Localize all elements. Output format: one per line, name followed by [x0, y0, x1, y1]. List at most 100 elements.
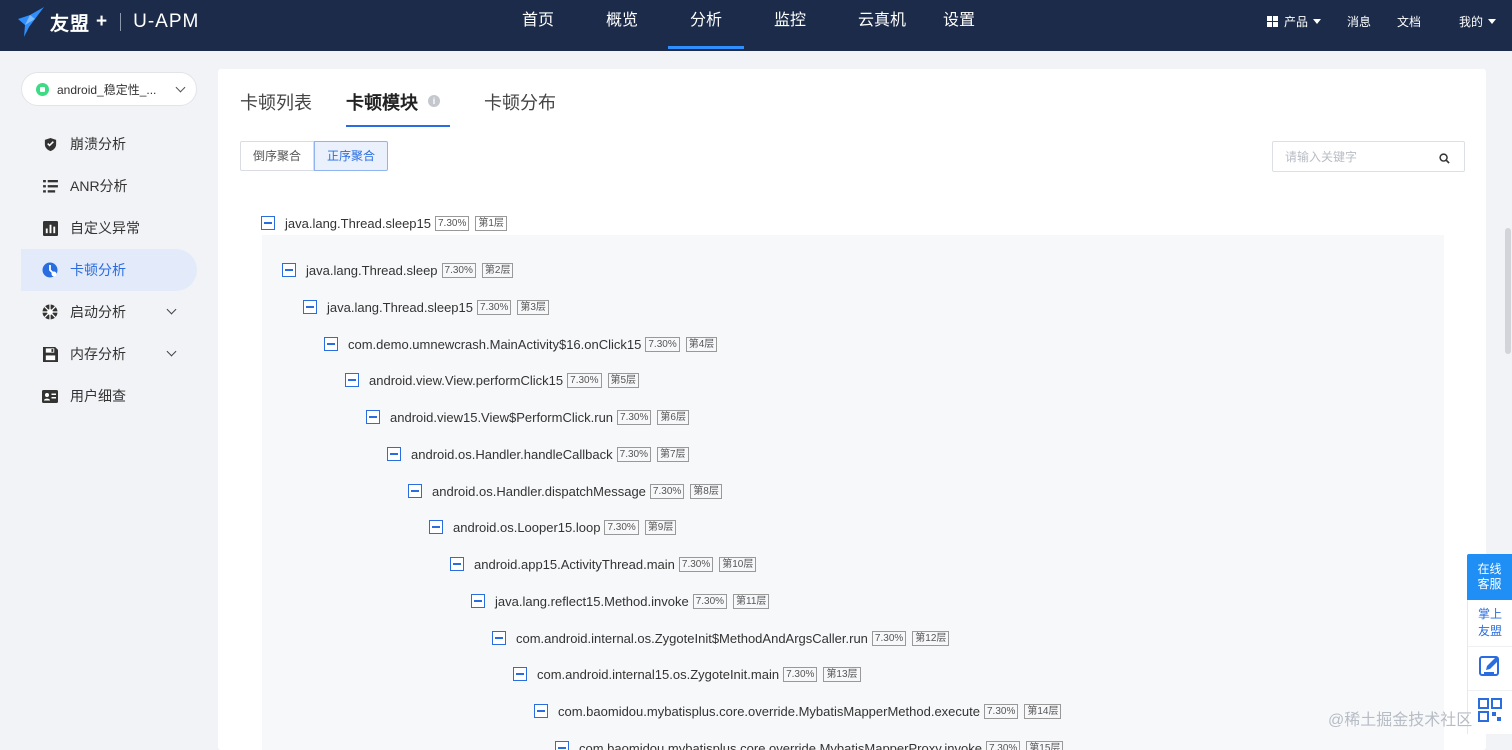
online-service-button[interactable]: 在线 客服 — [1467, 554, 1512, 600]
collapse-toggle-icon[interactable] — [555, 741, 569, 750]
watermark: @稀土掘金技术社区 — [1328, 712, 1473, 729]
collapse-toggle-icon[interactable] — [261, 216, 275, 230]
caret-down-icon — [1488, 18, 1496, 24]
nav-overview[interactable]: 概览 — [576, 0, 668, 51]
sidebar-item-user-detail[interactable]: 用户细查 — [21, 375, 197, 417]
collapse-toggle-icon[interactable] — [324, 337, 338, 351]
id-card-icon — [41, 387, 59, 405]
percentage-badge: 7.30% — [441, 262, 476, 278]
collapse-toggle-icon[interactable] — [450, 557, 464, 571]
tab-lag-list[interactable]: 卡顿列表 — [240, 89, 312, 127]
mine-menu[interactable]: 我的 — [1459, 13, 1496, 30]
tree-node-label[interactable]: android.os.Handler.handleCallback — [411, 447, 613, 462]
tab-lag-distribution[interactable]: 卡顿分布 — [484, 89, 556, 127]
sidebar-item-startup[interactable]: 启动分析 — [21, 291, 197, 333]
collapse-toggle-icon[interactable] — [471, 594, 485, 608]
call-stack-tree: java.lang.Thread.sleep15 7.30% 第1层 java.lan… — [240, 187, 1444, 750]
percentage-badge: 7.30% — [604, 519, 639, 535]
tree-node: android.os.Handler.dispatchMessage 7.30% 第… — [408, 481, 722, 501]
collapse-toggle-icon[interactable] — [303, 300, 317, 314]
percentage-badge: 7.30% — [616, 446, 651, 462]
search-icon[interactable] — [1439, 151, 1450, 164]
nav-home[interactable]: 首页 — [500, 0, 576, 51]
grid-icon — [1266, 15, 1278, 27]
app-selector[interactable]: android_稳定性_... — [21, 72, 197, 106]
level-badge: 第12层 — [912, 630, 950, 646]
tree-node: android.view.View.performClick15 7.30% 第5层 — [345, 370, 640, 390]
brand-name: 友盟 — [50, 13, 91, 35]
sidebar-item-lag[interactable]: 卡顿分析 — [21, 249, 197, 291]
info-icon[interactable]: i — [428, 95, 440, 107]
collapse-toggle-icon[interactable] — [345, 373, 359, 387]
messages-link[interactable]: 消息 — [1347, 13, 1371, 30]
sidebar-item-anr[interactable]: ANR分析 — [21, 165, 197, 207]
percentage-badge: 7.30% — [985, 740, 1021, 750]
percentage-badge: 7.30% — [692, 593, 728, 609]
reverse-aggregation-button[interactable]: 倒序聚合 — [240, 141, 315, 171]
brand-plus: + — [96, 11, 109, 32]
feedback-button[interactable] — [1467, 646, 1512, 690]
sidebar-menu: 崩溃分析 ANR分析 自定义异常 卡顿分析 启动分析 内存分析 用户细查 — [21, 123, 197, 417]
nav-cloud-device[interactable]: 云真机 — [836, 0, 928, 51]
sidebar-item-crash[interactable]: 崩溃分析 — [21, 123, 197, 165]
tree-node: com.android.internal.os.ZygoteInit$Metho… — [492, 628, 950, 648]
shield-icon — [41, 135, 59, 153]
tree-node: android.view15.View$PerformClick.run 7.30… — [366, 407, 689, 427]
list-icon — [41, 177, 59, 195]
tree-node: java.lang.Thread.sleep15 7.30% 第3层 — [303, 297, 549, 317]
tree-node-label[interactable]: com.demo.umnewcrash.MainActivity$16.onCl… — [348, 337, 641, 352]
collapse-toggle-icon[interactable] — [513, 667, 527, 681]
tree-node-label[interactable]: android.os.Handler.dispatchMessage — [432, 484, 646, 499]
chevron-down-icon — [175, 82, 186, 93]
tree-node: java.lang.Thread.sleep 7.30% 第2层 — [282, 260, 514, 280]
tree-node-label[interactable]: java.lang.Thread.sleep — [306, 263, 438, 278]
sidebar-item-memory[interactable]: 内存分析 — [21, 333, 197, 375]
main-panel: 卡顿列表 卡顿模块 i 卡顿分布 倒序聚合 正序聚合 java.lang.Thr… — [218, 69, 1486, 750]
tree-node-label[interactable]: android.view.View.performClick15 — [369, 373, 563, 388]
docs-link[interactable]: 文档 — [1397, 13, 1421, 30]
tree-node-label[interactable]: android.os.Looper15.loop — [453, 520, 600, 535]
tree-node-label[interactable]: android.view15.View$PerformClick.run — [390, 410, 613, 425]
collapse-toggle-icon[interactable] — [408, 484, 422, 498]
tab-lag-module[interactable]: 卡顿模块 i — [346, 89, 450, 127]
tree-node-label[interactable]: com.android.internal.os.ZygoteInit$Metho… — [516, 631, 868, 646]
collapse-toggle-icon[interactable] — [492, 631, 506, 645]
tree-node-label[interactable]: java.lang.Thread.sleep15 — [285, 216, 431, 231]
forward-aggregation-button[interactable]: 正序聚合 — [314, 141, 389, 171]
android-icon — [36, 82, 49, 96]
tree-node-label[interactable]: java.lang.reflect15.Method.invoke — [495, 594, 689, 609]
tree-node-label[interactable]: com.android.internal15.os.ZygoteInit.mai… — [537, 667, 779, 682]
chevron-down-icon — [166, 304, 177, 315]
tree-node: java.lang.reflect15.Method.invoke 7.30% 第1… — [471, 591, 770, 611]
tree-node-label[interactable]: com.baomidou.mybatisplus.core.override.M… — [558, 704, 980, 719]
qrcode-button[interactable] — [1467, 690, 1512, 734]
percentage-badge: 7.30% — [645, 336, 680, 352]
logo[interactable]: 友盟 + U-APM — [16, 4, 199, 40]
tree-node: android.os.Handler.handleCallback 7.30% 第7… — [387, 444, 689, 464]
level-badge: 第6层 — [657, 409, 689, 425]
sidebar-item-custom-exception[interactable]: 自定义异常 — [21, 207, 197, 249]
level-badge: 第13层 — [823, 666, 861, 682]
tree-node-label[interactable]: java.lang.Thread.sleep15 — [327, 300, 473, 315]
collapse-toggle-icon[interactable] — [387, 447, 401, 461]
percentage-badge: 7.30% — [783, 666, 818, 682]
mobile-umeng-button[interactable]: 掌上 友盟 — [1467, 600, 1512, 646]
products-menu[interactable]: 产品 — [1266, 13, 1321, 30]
percentage-badge: 7.30% — [477, 299, 512, 315]
nav-monitor[interactable]: 监控 — [744, 0, 836, 51]
search-input[interactable] — [1285, 149, 1435, 164]
percentage-badge: 7.30% — [983, 703, 1019, 719]
collapse-toggle-icon[interactable] — [282, 263, 296, 277]
bar-chart-icon — [41, 219, 59, 237]
collapse-toggle-icon[interactable] — [429, 520, 443, 534]
nav-settings[interactable]: 设置 — [928, 0, 990, 51]
level-badge: 第1层 — [475, 215, 507, 231]
collapse-toggle-icon[interactable] — [534, 704, 548, 718]
nav-analysis[interactable]: 分析 — [668, 0, 744, 51]
scrollbar-thumb[interactable] — [1505, 228, 1511, 354]
right-nav: 产品 消息 文档 我的 — [1266, 0, 1512, 42]
tree-node-label[interactable]: android.app15.ActivityThread.main — [474, 557, 675, 572]
collapse-toggle-icon[interactable] — [366, 410, 380, 424]
tree-node-label[interactable]: com.baomidou.mybatisplus.core.override.M… — [579, 741, 982, 750]
tree-node: com.baomidou.mybatisplus.core.override.M… — [534, 701, 1062, 721]
